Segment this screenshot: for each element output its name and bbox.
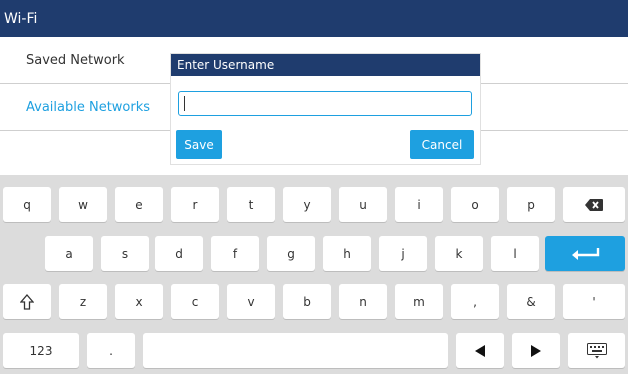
shift-key[interactable] (3, 284, 51, 319)
hide-keyboard-key[interactable] (568, 333, 625, 368)
backspace-icon (585, 198, 603, 211)
key-n[interactable]: n (339, 284, 387, 319)
key-a[interactable]: a (45, 236, 93, 271)
list-item-label: Saved Network (26, 52, 125, 68)
key-f[interactable]: f (211, 236, 259, 271)
username-dialog: Enter Username Save Cancel (171, 54, 480, 164)
username-input[interactable] (178, 91, 472, 116)
cancel-button[interactable]: Cancel (410, 130, 474, 159)
arrow-left-icon (475, 344, 485, 357)
key-apostrophe[interactable]: ' (563, 284, 625, 319)
key-k[interactable]: k (435, 236, 483, 271)
key-h[interactable]: h (323, 236, 371, 271)
key-q[interactable]: q (3, 187, 51, 222)
window-title: Wi-Fi (4, 10, 38, 27)
key-m[interactable]: m (395, 284, 443, 319)
backspace-key[interactable] (563, 187, 625, 222)
save-button[interactable]: Save (176, 130, 222, 159)
key-p[interactable]: p (507, 187, 555, 222)
keyboard-icon (586, 342, 607, 359)
key-t[interactable]: t (227, 187, 275, 222)
key-c[interactable]: c (171, 284, 219, 319)
enter-icon (570, 247, 600, 261)
key-i[interactable]: i (395, 187, 443, 222)
cursor-right-key[interactable] (512, 333, 560, 368)
key-j[interactable]: j (379, 236, 427, 271)
arrow-right-icon (531, 344, 541, 357)
list-item-label: Available Networks (26, 99, 151, 115)
title-bar: Wi-Fi (0, 0, 628, 37)
key-l[interactable]: l (491, 236, 539, 271)
key-z[interactable]: z (59, 284, 107, 319)
key-u[interactable]: u (339, 187, 387, 222)
key-r[interactable]: r (171, 187, 219, 222)
dialog-title: Enter Username (171, 54, 480, 76)
key-period[interactable]: . (87, 333, 135, 368)
key-d[interactable]: d (155, 236, 203, 271)
key-comma[interactable]: , (451, 284, 499, 319)
key-v[interactable]: v (227, 284, 275, 319)
text-caret (184, 96, 185, 111)
on-screen-keyboard: q w e r t y u i o p a s d f g h j k l z … (0, 175, 628, 374)
key-b[interactable]: b (283, 284, 331, 319)
shift-icon (20, 293, 34, 310)
key-w[interactable]: w (59, 187, 107, 222)
enter-key[interactable] (545, 236, 625, 271)
key-y[interactable]: y (283, 187, 331, 222)
space-key[interactable] (143, 333, 448, 368)
key-g[interactable]: g (267, 236, 315, 271)
dialog-title-text: Enter Username (177, 58, 275, 72)
key-e[interactable]: e (115, 187, 163, 222)
numbers-key[interactable]: 123 (3, 333, 79, 368)
cursor-left-key[interactable] (456, 333, 504, 368)
key-o[interactable]: o (451, 187, 499, 222)
key-ampersand[interactable]: & (507, 284, 555, 319)
key-s[interactable]: s (101, 236, 149, 271)
key-x[interactable]: x (115, 284, 163, 319)
